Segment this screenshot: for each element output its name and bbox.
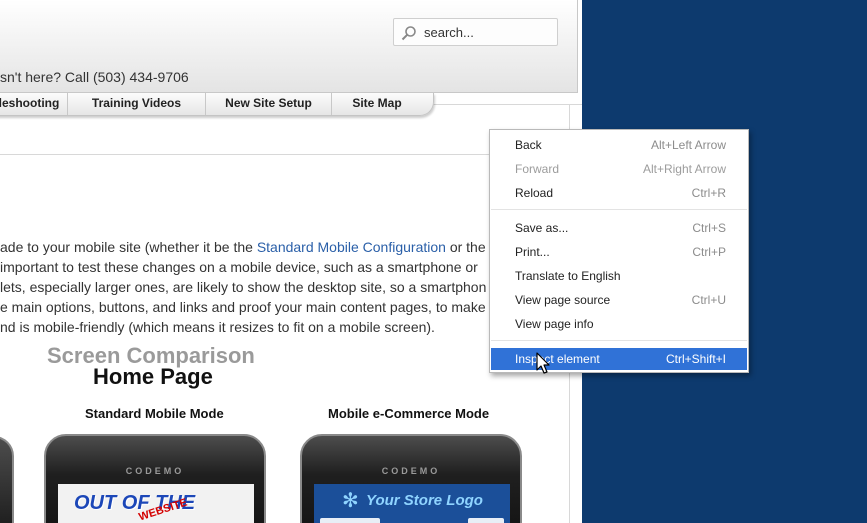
phone-screen: OUT OF THE WEBSITE [58, 484, 254, 523]
screen-button [468, 518, 504, 523]
standard-mobile-configuration-link[interactable]: Standard Mobile Configuration [257, 239, 446, 255]
menu-item-print[interactable]: Print... Ctrl+P [491, 241, 747, 263]
article-line: important to test these changes on a mob… [0, 259, 478, 275]
menu-item-forward[interactable]: Forward Alt+Right Arrow [491, 158, 747, 180]
ecommerce-phone-image: CODEMO ✻ Your Store Logo [300, 434, 522, 523]
menu-separator [491, 340, 747, 341]
nav-item-site-map[interactable]: Site Map [332, 93, 422, 115]
store-logo-text: Your Store Logo [366, 492, 483, 509]
search-box[interactable] [393, 18, 558, 46]
ecommerce-mode-label: Mobile e-Commerce Mode [328, 406, 490, 421]
article-line: e main options, buttons, and links and p… [0, 299, 486, 315]
phone-contact-text: sn't here? Call (503) 434-9706 [0, 69, 189, 85]
phone-screen: ✻ Your Store Logo [314, 484, 510, 523]
nav-item-new-site-setup[interactable]: New Site Setup [206, 93, 332, 115]
menu-item-view-page-source[interactable]: View page source Ctrl+U [491, 289, 747, 311]
phone-image-partial [0, 436, 14, 523]
menu-item-view-page-info[interactable]: View page info [491, 313, 747, 335]
nav-item-troubleshooting[interactable]: leshooting [0, 93, 68, 115]
phone-brand: CODEMO [381, 466, 441, 476]
menu-item-back[interactable]: Back Alt+Left Arrow [491, 134, 747, 156]
article-line: ade to your mobile site (whether it be t… [0, 239, 486, 255]
menu-item-reload[interactable]: Reload Ctrl+R [491, 182, 747, 204]
article-body: ade to your mobile site (whether it be t… [0, 237, 569, 337]
site-header: sn't here? Call (503) 434-9706 [0, 0, 578, 93]
comparison-subtitle: Home Page [93, 364, 213, 389]
article-line: lets, especially larger ones, are likely… [0, 279, 487, 295]
standard-phone-image: CODEMO OUT OF THE WEBSITE [44, 434, 266, 523]
snowflake-icon: ✻ [342, 490, 359, 512]
menu-item-save-as[interactable]: Save as... Ctrl+S [491, 217, 747, 239]
nav-item-training-videos[interactable]: Training Videos [68, 93, 206, 115]
phone-brand: CODEMO [125, 466, 185, 476]
menu-item-inspect-element[interactable]: Inspect element Ctrl+Shift+I [491, 348, 747, 370]
standard-mode-label: Standard Mobile Mode [85, 406, 224, 421]
main-nav: leshooting Training Videos New Site Setu… [0, 93, 434, 116]
divider [0, 154, 570, 155]
menu-item-translate[interactable]: Translate to English [491, 265, 747, 287]
search-input[interactable] [424, 22, 549, 42]
article-line: nd is mobile-friendly (which means it re… [0, 319, 435, 335]
screen-button [320, 518, 380, 523]
context-menu: Back Alt+Left Arrow Forward Alt+Right Ar… [489, 129, 749, 373]
menu-separator [491, 209, 747, 210]
search-icon [401, 26, 416, 41]
